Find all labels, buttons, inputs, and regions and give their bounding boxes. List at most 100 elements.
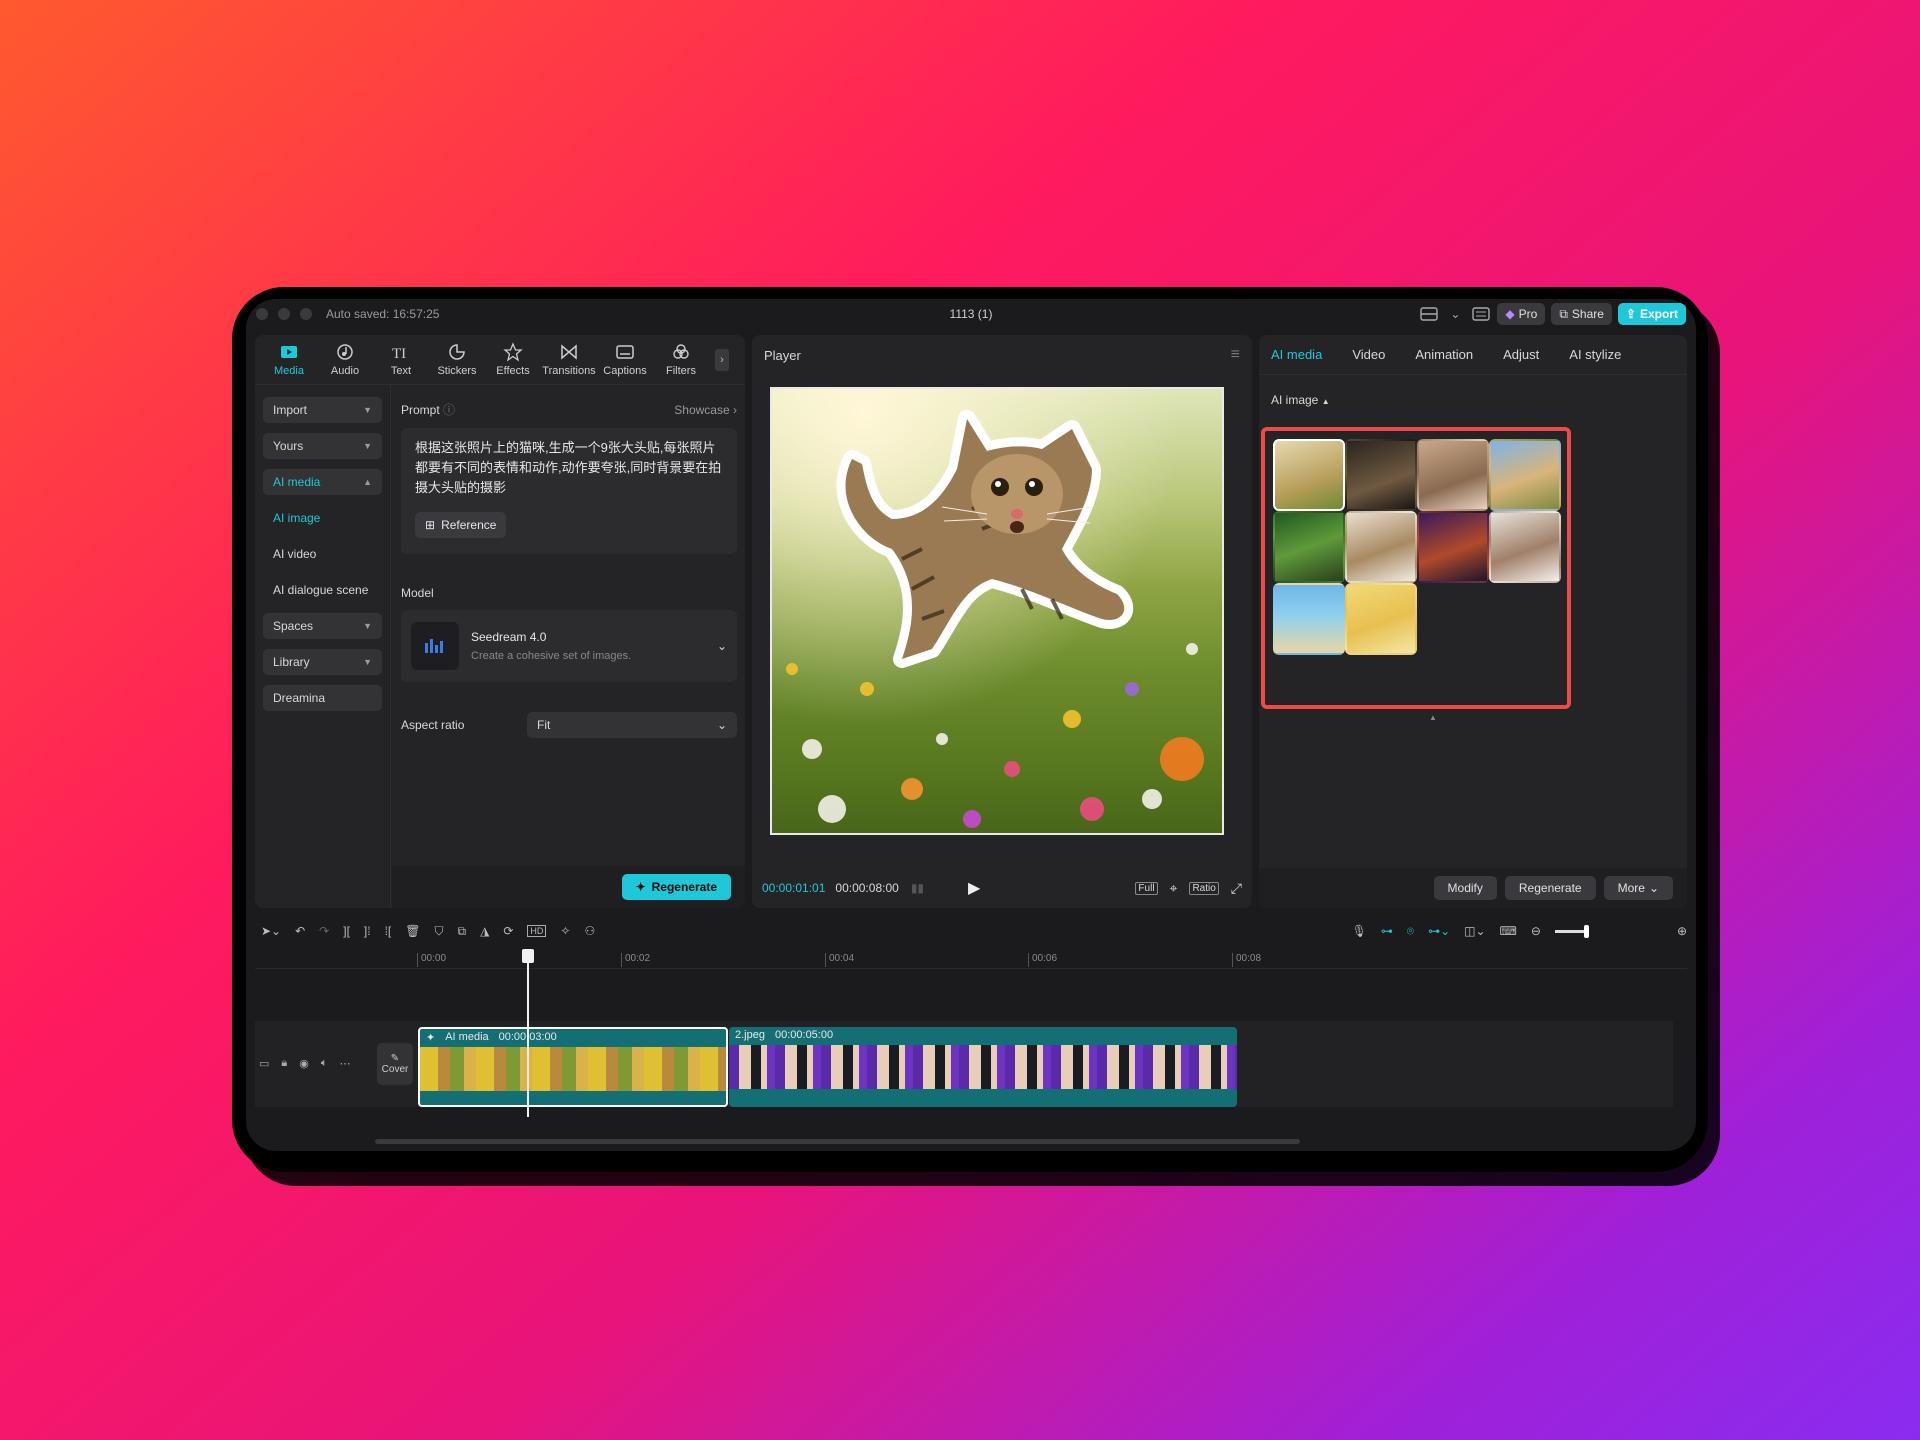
sidebar-item-ai-media[interactable]: AI media ▲ xyxy=(263,469,382,495)
modify-button[interactable]: Modify xyxy=(1433,876,1497,900)
delete-icon[interactable]: 🗑 xyxy=(405,924,420,938)
track-toggle-icon[interactable]: ▭ xyxy=(259,1057,269,1070)
chevron-right-icon[interactable]: › xyxy=(715,348,729,371)
result-thumbnail[interactable] xyxy=(1489,511,1561,583)
shield-icon[interactable]: ⛉ xyxy=(434,924,443,939)
model-select[interactable]: Seedream 4.0 Create a cohesive set of im… xyxy=(401,610,737,682)
reference-button[interactable]: ⊞ Reference xyxy=(415,512,507,538)
diamond-icon: ◆ xyxy=(1505,307,1515,321)
lock-icon[interactable]: 🔒︎ xyxy=(281,1057,287,1070)
mirror-icon[interactable]: ◮ xyxy=(480,924,489,938)
collapse-icon[interactable]: ▲ xyxy=(1429,713,1437,722)
fullscreen-icon[interactable]: ⤢ xyxy=(1231,880,1242,897)
sidebar-item-dreamina[interactable]: Dreamina xyxy=(263,685,382,711)
sidebar-item-library[interactable]: Library ▼ xyxy=(263,649,382,675)
rotate-icon[interactable]: ⟳ xyxy=(503,924,513,938)
more-icon[interactable]: ⋯ xyxy=(339,1057,350,1070)
link-preview-icon[interactable]: ⊶⌄ xyxy=(1428,924,1450,938)
regenerate-secondary-button[interactable]: Regenerate xyxy=(1504,876,1596,900)
export-button[interactable]: ⇪ Export xyxy=(1617,303,1686,325)
crop-icon[interactable]: ⧉ xyxy=(458,924,467,939)
tab-animation[interactable]: Animation xyxy=(1415,347,1473,362)
tab-audio[interactable]: Audio xyxy=(317,342,373,377)
tab-captions[interactable]: Captions xyxy=(597,342,653,377)
video-track: ▭ 🔒︎ ◉ 🔈︎ ⋯ ✎Cover ✦AI media00:00:03:00 … xyxy=(255,1021,1673,1107)
magic-wand-icon[interactable]: ✧ xyxy=(560,924,570,938)
section-header[interactable]: AI image ▲ xyxy=(1271,393,1330,407)
split-right-icon[interactable]: ⁞[ xyxy=(385,924,392,938)
link-icon[interactable]: ⊶ xyxy=(1381,924,1393,938)
clip-ai-media[interactable]: ✦AI media00:00:03:00 xyxy=(418,1027,728,1107)
timeline-scrollbar[interactable] xyxy=(375,1139,1300,1144)
layout-icon[interactable] xyxy=(1419,304,1439,324)
close-dot[interactable] xyxy=(256,308,268,320)
zoom-slider-handle[interactable] xyxy=(1583,924,1589,938)
result-thumbnail[interactable] xyxy=(1417,439,1489,511)
tab-text[interactable]: TI Text xyxy=(373,342,429,377)
minimize-dot[interactable] xyxy=(278,308,290,320)
prompt-input[interactable]: 根据这张照片上的猫咪,生成一个9张大头贴,每张照片都要有不同的表情和动作,动作要… xyxy=(401,428,737,554)
tab-transitions[interactable]: Transitions xyxy=(541,342,597,377)
hd-icon[interactable]: HD xyxy=(527,925,547,937)
showcase-link[interactable]: Showcase › xyxy=(674,403,737,417)
person-add-icon[interactable]: ⚇ xyxy=(584,924,595,938)
clip-2-jpeg[interactable]: 2.jpeg 00:00:05:00 xyxy=(729,1027,1237,1107)
tab-filters[interactable]: Filters xyxy=(653,342,709,377)
caption-sync-icon[interactable]: ⌨ xyxy=(1500,924,1517,938)
result-thumbnail[interactable] xyxy=(1273,583,1345,655)
zoom-in-icon[interactable]: ⊕ xyxy=(1677,924,1687,938)
preview-canvas[interactable] xyxy=(770,387,1224,835)
chevron-down-icon[interactable]: ⌄ xyxy=(1445,304,1465,324)
sidebar-item-ai-video[interactable]: AI video xyxy=(263,541,382,567)
result-thumbnail[interactable] xyxy=(1345,583,1417,655)
tab-adjust[interactable]: Adjust xyxy=(1503,347,1539,362)
redo-icon[interactable]: ↷ xyxy=(319,924,329,938)
sidebar-item-yours[interactable]: Yours ▼ xyxy=(263,433,382,459)
result-thumbnail[interactable] xyxy=(1273,439,1345,511)
tab-stickers[interactable]: Stickers xyxy=(429,342,485,377)
more-button[interactable]: More ⌄ xyxy=(1603,876,1673,900)
playhead[interactable] xyxy=(522,949,534,1117)
time-ruler[interactable]: 00:00 00:02 00:04 00:06 00:08 xyxy=(255,949,1687,969)
sidebar-item-ai-image[interactable]: AI image xyxy=(263,505,382,531)
play-icon[interactable]: ▶ xyxy=(968,878,980,898)
ratio-button[interactable]: Ratio xyxy=(1189,881,1219,895)
zoom-out-icon[interactable]: ⊖ xyxy=(1531,924,1541,938)
info-icon[interactable]: ⓘ xyxy=(443,403,455,417)
focus-icon[interactable]: ⌖ xyxy=(1170,880,1178,897)
tab-ai-media[interactable]: AI media xyxy=(1271,347,1322,362)
tab-ai-stylize[interactable]: AI stylize xyxy=(1569,347,1621,362)
eye-icon[interactable]: ◉ xyxy=(299,1057,309,1070)
pro-button[interactable]: ◆ Pro xyxy=(1497,303,1546,325)
sidebar-item-spaces[interactable]: Spaces ▼ xyxy=(263,613,382,639)
microphone-icon[interactable]: 🎙 xyxy=(1352,924,1367,938)
undo-icon[interactable]: ↶ xyxy=(295,924,305,938)
prompt-text[interactable]: 根据这张照片上的猫咪,生成一个9张大头贴,每张照片都要有不同的表情和动作,动作要… xyxy=(415,438,723,498)
keyboard-icon[interactable] xyxy=(1471,304,1491,324)
split-icon[interactable]: ][ xyxy=(343,924,350,938)
split-screen-icon[interactable]: ◫⌄ xyxy=(1464,924,1485,938)
sidebar-item-ai-dialogue[interactable]: AI dialogue scene xyxy=(263,577,382,603)
result-thumbnail[interactable] xyxy=(1417,511,1489,583)
share-button[interactable]: ⧉ Share xyxy=(1551,303,1612,325)
tab-media[interactable]: Media xyxy=(261,342,317,377)
result-thumbnail[interactable] xyxy=(1345,511,1417,583)
magnet-icon[interactable]: ⌾ xyxy=(1407,924,1414,939)
select-tool-icon[interactable]: ➤⌄ xyxy=(261,924,281,938)
tab-video[interactable]: Video xyxy=(1352,347,1385,362)
zoom-slider[interactable] xyxy=(1554,924,1589,938)
full-button[interactable]: Full xyxy=(1135,881,1158,895)
tab-effects[interactable]: Effects xyxy=(485,342,541,377)
result-thumbnail[interactable] xyxy=(1489,439,1561,511)
result-thumbnail[interactable] xyxy=(1273,511,1345,583)
speaker-icon[interactable]: 🔈︎ xyxy=(321,1057,328,1070)
result-thumbnail[interactable] xyxy=(1345,439,1417,511)
cover-button[interactable]: ✎ Cover xyxy=(377,1043,413,1085)
split-left-icon[interactable]: ]⁞ xyxy=(364,924,371,938)
maximize-dot[interactable] xyxy=(300,308,312,320)
menu-icon[interactable]: ≡ xyxy=(1231,346,1240,364)
aspect-ratio-select[interactable]: Fit ⌄ xyxy=(527,712,737,738)
regenerate-button[interactable]: ✦ Regenerate xyxy=(621,874,731,900)
sidebar-item-import[interactable]: Import ▼ xyxy=(263,397,382,423)
playhead-handle[interactable] xyxy=(522,949,534,963)
